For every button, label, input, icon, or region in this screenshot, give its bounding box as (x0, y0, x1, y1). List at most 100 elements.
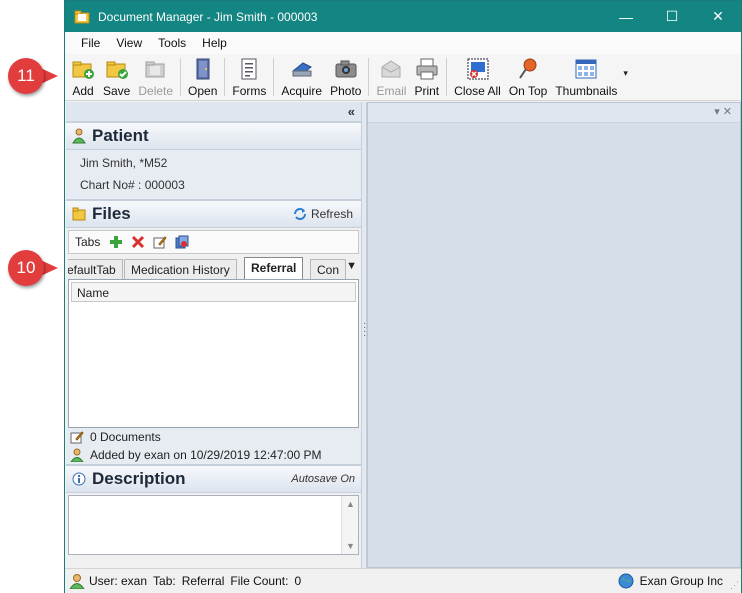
printer-icon (416, 58, 438, 80)
window-title: Document Manager - Jim Smith - 000003 (98, 9, 318, 24)
document-manager-window: Document Manager - Jim Smith - 000003 — … (64, 0, 742, 593)
scroll-up-icon[interactable]: ▲ (346, 499, 355, 509)
description-scrollbar[interactable]: ▲ ▼ (341, 496, 358, 554)
company-name: Exan Group Inc (639, 574, 723, 588)
refresh-icon (293, 208, 306, 220)
print-button[interactable]: Print (410, 54, 443, 100)
delete-button[interactable]: Delete (134, 54, 177, 100)
patient-title: Patient (92, 126, 149, 145)
close-button[interactable]: ✕ (695, 1, 741, 32)
toolbar-separator (180, 58, 182, 96)
status-user: User: exan (89, 574, 148, 588)
status-bar: User: exan Tab: Referral File Count: 0 E… (65, 568, 741, 593)
thumbnails-icon (575, 59, 597, 79)
maximize-button[interactable]: ☐ (649, 1, 695, 32)
toolbar-separator (224, 58, 226, 96)
forms-button[interactable]: Forms (228, 54, 270, 100)
viewer-close-icon[interactable]: ✕ (723, 106, 732, 118)
resize-grip-icon[interactable]: ⋰ (730, 580, 739, 591)
added-by-row: Added by exan on 10/29/2019 12:47:00 PM (66, 446, 361, 464)
add-tab-icon[interactable] (108, 234, 124, 250)
email-button[interactable]: Email (372, 54, 410, 100)
title-bar: Document Manager - Jim Smith - 000003 — … (65, 1, 741, 32)
tab-settings-icon[interactable] (174, 234, 190, 250)
document-count: 0 Documents (90, 430, 161, 444)
added-by-text: Added by exan on 10/29/2019 12:47:00 PM (90, 448, 322, 462)
user-icon (70, 448, 84, 462)
company-info: Exan Group Inc (618, 573, 741, 589)
open-button[interactable]: Open (184, 54, 221, 100)
save-button[interactable]: Save (99, 54, 134, 100)
file-status: 0 Documents Added by exan on 10/29/2019 … (66, 428, 361, 465)
description-header: Description Autosave On (66, 465, 361, 493)
files-tabstrip: efaultTab Medication History Referral Co… (68, 257, 359, 280)
toolbar-separator (273, 58, 275, 96)
toolbar-separator (446, 58, 448, 96)
email-icon (381, 60, 401, 78)
acquire-label: Acquire (281, 84, 323, 98)
menu-bar: File View Tools Help (65, 32, 741, 54)
forms-label: Forms (232, 84, 267, 98)
status-tab-label: Tab: (153, 574, 176, 588)
menu-tools[interactable]: Tools (150, 34, 194, 52)
add-folder-icon (72, 61, 94, 79)
patient-info: Jim Smith, *M52 Chart No# : 000003 (66, 150, 361, 200)
add-button[interactable]: Add (67, 54, 99, 100)
close-all-icon (467, 58, 488, 80)
minimize-button[interactable]: — (603, 1, 649, 32)
menu-view[interactable]: View (108, 34, 150, 52)
name-column-header[interactable]: Name (71, 282, 356, 302)
tabs-toolbar: Tabs (68, 230, 359, 254)
refresh-button[interactable]: Refresh (293, 207, 361, 221)
file-list[interactable]: Name (68, 280, 359, 428)
photo-label: Photo (330, 84, 362, 98)
tab-overflow-icon[interactable]: ▼ (346, 260, 357, 272)
toolbar-overflow-icon[interactable]: ▾ (623, 68, 628, 79)
open-label: Open (188, 84, 218, 98)
tab-referral[interactable]: Referral (244, 257, 304, 279)
patient-chart-number: Chart No# : 000003 (80, 178, 185, 192)
tabs-label: Tabs (75, 235, 101, 249)
pin-icon (519, 58, 537, 79)
files-folder-icon (72, 207, 86, 221)
close-all-label: Close All (454, 84, 501, 98)
toolbar-separator (368, 58, 370, 96)
tab-con[interactable]: Con (310, 259, 347, 279)
status-tab-value: Referral (181, 574, 225, 588)
status-file-count-value: 0 (294, 574, 302, 588)
folder-icon (74, 10, 90, 23)
callout-toolbar: 11 (8, 58, 58, 94)
rename-tab-icon[interactable] (152, 234, 168, 250)
close-all-button[interactable]: Close All (450, 54, 505, 100)
tab-medication-history[interactable]: Medication History (124, 259, 237, 279)
scroll-down-icon[interactable]: ▼ (346, 541, 355, 551)
globe-icon (618, 573, 634, 589)
toolbar: Add Save Delete Open Forms Acquire Photo (65, 54, 741, 101)
menu-file[interactable]: File (73, 34, 108, 52)
document-viewer[interactable]: ▾ ✕ (367, 102, 741, 568)
tab-default[interactable]: efaultTab (68, 259, 123, 279)
status-user-icon (69, 574, 85, 589)
open-book-icon (196, 58, 210, 80)
add-label: Add (72, 84, 94, 98)
collapse-panel-button[interactable]: « (66, 102, 361, 122)
thumbnails-label: Thumbnails (555, 84, 618, 98)
on-top-label: On Top (508, 84, 548, 98)
photo-button[interactable]: Photo (326, 54, 365, 100)
viewer-menu-icon[interactable]: ▾ (714, 106, 720, 118)
document-count-row: 0 Documents (66, 428, 361, 446)
remove-tab-icon[interactable] (130, 234, 146, 250)
left-panel: « Patient Jim Smith, *M52 Chart No# : 00… (66, 102, 361, 568)
document-edit-icon (70, 431, 84, 444)
callout-tabs-number: 10 (8, 250, 44, 286)
acquire-button[interactable]: Acquire (277, 54, 326, 100)
thumbnails-button[interactable]: Thumbnails (551, 54, 621, 100)
description-title: Description (92, 469, 186, 488)
on-top-button[interactable]: On Top (505, 54, 551, 100)
splitter-grip-icon: · · · · (363, 318, 367, 341)
description-textarea[interactable]: ▲ ▼ (68, 495, 359, 555)
print-label: Print (414, 84, 440, 98)
camera-icon (335, 60, 357, 78)
viewer-controls: ▾ ✕ (368, 103, 740, 123)
menu-help[interactable]: Help (194, 34, 235, 52)
